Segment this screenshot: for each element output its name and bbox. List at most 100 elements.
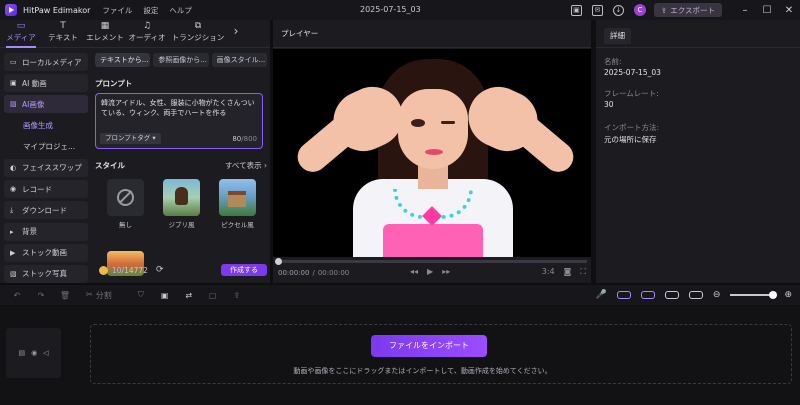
tab-text[interactable]: T テキスト bbox=[42, 21, 84, 47]
shield-icon[interactable]: ⛉ bbox=[134, 290, 148, 300]
scrubber-handle[interactable] bbox=[275, 258, 282, 265]
audio-icon[interactable]: ◁ bbox=[43, 349, 48, 357]
sidebar-item-ai-image[interactable]: ▨ AI画像 bbox=[4, 95, 88, 114]
tab-image-style[interactable]: 画像スタイル... bbox=[211, 53, 268, 67]
menu-file[interactable]: ファイル bbox=[102, 5, 132, 16]
visibility-icon[interactable]: ◉ bbox=[31, 349, 37, 357]
text-icon: T bbox=[60, 21, 66, 31]
style-option-none[interactable]: 無し bbox=[107, 179, 144, 229]
sidebar-item-ai-video[interactable]: ▣ AI 動画 bbox=[4, 74, 88, 93]
text-tool-icon[interactable]: ▣ bbox=[158, 291, 172, 300]
menu-help[interactable]: ヘルプ bbox=[169, 5, 192, 16]
tab-audio[interactable]: ♫ オーディオ bbox=[126, 21, 168, 47]
zoom-slider-handle[interactable] bbox=[769, 291, 778, 299]
tab-text-to-image[interactable]: テキストから... bbox=[95, 53, 151, 67]
sidebar-item-background[interactable]: ▸ 背景 bbox=[4, 222, 88, 241]
style-option-ghibli[interactable]: ジブリ風 bbox=[163, 179, 200, 229]
download-icon[interactable]: ↓ bbox=[612, 4, 624, 16]
no-style-icon bbox=[107, 179, 144, 216]
tab-elements[interactable]: ▦ エレメント bbox=[84, 21, 126, 47]
tab-reference-image[interactable]: 参照画像から... bbox=[153, 53, 209, 67]
import-file-button[interactable]: ファイルをインポート bbox=[371, 335, 487, 357]
prompt-char-count: 80/800 bbox=[232, 135, 257, 143]
ai-image-icon: ▨ bbox=[10, 100, 17, 109]
layout-icon[interactable]: ▣ bbox=[570, 4, 582, 16]
show-all-styles-link[interactable]: すべて表示 › bbox=[225, 160, 267, 171]
snapshot-icon[interactable]: ◙ bbox=[564, 267, 572, 277]
fullscreen-icon[interactable]: ⛶ bbox=[580, 267, 586, 277]
split-button[interactable]: ✂ 分割 bbox=[86, 290, 112, 301]
prompt-tag-dropdown[interactable]: プロンプトタグ ▾ bbox=[100, 133, 161, 144]
sidebar-item-record[interactable]: ◉ レコード bbox=[4, 180, 88, 199]
adjust-icon[interactable]: ⇄ bbox=[182, 291, 196, 300]
framerate-value: 30 bbox=[604, 100, 614, 109]
current-time: 00:00:00 bbox=[278, 269, 310, 277]
menu-settings[interactable]: 設定 bbox=[143, 5, 158, 16]
app-name: HitPaw Edimakor bbox=[23, 5, 91, 15]
credit-bar: 10/14772 ⟳ 作成する bbox=[95, 263, 267, 277]
style-list: 無し ジブリ風 ピクセル風 bbox=[95, 179, 267, 229]
magnet-icon[interactable] bbox=[616, 291, 631, 299]
sidebar-item-face-swap[interactable]: ◐ フェイススワップ bbox=[4, 158, 88, 177]
coin-icon bbox=[99, 265, 108, 275]
folder-icon: ▭ bbox=[16, 21, 26, 31]
minimize-icon[interactable]: – bbox=[734, 5, 756, 16]
sidebar-item-image-generation[interactable]: 画像生成 bbox=[4, 117, 88, 135]
sidebar-item-stock-photo[interactable]: ▧ ストック写真 bbox=[4, 264, 88, 283]
sidebar-item-stock-video[interactable]: ▶ ストック動画 bbox=[4, 243, 88, 262]
ai-video-icon: ▣ bbox=[10, 79, 17, 88]
music-note-icon: ♫ bbox=[142, 21, 152, 31]
play-icon: ▶ bbox=[10, 248, 16, 257]
chevron-right-icon: ▸ bbox=[10, 227, 14, 236]
player-title: プレイヤー bbox=[273, 20, 591, 48]
face-swap-icon: ◐ bbox=[10, 163, 17, 172]
sidebar-item-my-projects[interactable]: マイプロジェ... bbox=[4, 138, 88, 156]
refresh-icon[interactable]: ⟳ bbox=[156, 265, 164, 275]
export-label: エクスポート bbox=[670, 5, 715, 15]
split-track-icon[interactable] bbox=[664, 291, 679, 299]
undo-icon[interactable]: ↶ bbox=[10, 291, 24, 300]
tab-transition[interactable]: ⧉ トランジション bbox=[168, 21, 228, 47]
folder-icon: ▭ bbox=[10, 58, 17, 66]
export-button[interactable]: ⇪ エクスポート bbox=[653, 3, 722, 17]
previous-frame-icon[interactable]: ◂◂ bbox=[410, 267, 418, 276]
media-sidebar: ▭ ローカルメディア ▣ AI 動画 ▨ AI画像 画像生成 マイプロジェ... ◐ フ… bbox=[4, 53, 88, 286]
aspect-ratio[interactable]: 3:4 bbox=[542, 267, 555, 277]
timeline-toolbar: ↶ ↷ 🗑 ✂ 分割 ⛉ ▣ ⇄ ▢ ⇪ 🎤 ⊖ ⊕ bbox=[0, 285, 800, 305]
generate-button[interactable]: 作成する bbox=[221, 264, 267, 276]
play-icon[interactable]: ▶ bbox=[427, 267, 433, 276]
prompt-input[interactable]: 韓流アイドル、女性、服装に小物がたくさんついている、ウィンク、両手でハートを作る… bbox=[95, 93, 263, 149]
zoom-in-icon[interactable]: ⊕ bbox=[784, 290, 792, 300]
style-thumbnail bbox=[219, 179, 256, 216]
export-clip-icon[interactable]: ⇪ bbox=[230, 291, 244, 300]
lock-icon[interactable]: ▤ bbox=[18, 349, 25, 357]
import-method-value: 元の場所に保存 bbox=[604, 135, 657, 144]
image-generation-panel: テキストから... 参照画像から... 画像スタイル... プロンプト 韓流アイ… bbox=[95, 53, 268, 276]
microphone-icon[interactable]: 🎤 bbox=[596, 290, 607, 300]
name-label: 名前: bbox=[604, 57, 622, 66]
close-icon[interactable]: ✕ bbox=[778, 5, 800, 16]
image-icon[interactable]: ▢ bbox=[206, 291, 220, 300]
sidebar-item-download[interactable]: ⤓ ダウンロード bbox=[4, 201, 88, 220]
tab-details[interactable]: 詳細 bbox=[604, 28, 631, 44]
message-icon[interactable]: ✉ bbox=[591, 4, 603, 16]
fit-icon[interactable] bbox=[688, 291, 703, 299]
name-value: 2025-07-15_03 bbox=[604, 68, 661, 77]
transition-icon: ⧉ bbox=[194, 21, 202, 31]
link-icon[interactable] bbox=[640, 291, 655, 299]
tab-media[interactable]: ▭ メディア bbox=[0, 21, 42, 48]
menu-bar: ファイル 設定 ヘルプ bbox=[102, 5, 192, 16]
total-time: 00:00:00 bbox=[317, 269, 350, 277]
maximize-icon[interactable]: ☐ bbox=[756, 5, 778, 16]
chevron-right-icon[interactable]: › bbox=[228, 21, 244, 47]
user-avatar[interactable]: C bbox=[633, 4, 646, 16]
zoom-slider[interactable] bbox=[730, 291, 778, 299]
sidebar-item-local-media[interactable]: ▭ ローカルメディア bbox=[4, 53, 88, 71]
player-panel: プレイヤー 00:00:00 / 00:00:00 ◂◂ ▶ ▸▸ 3:4 ◙ … bbox=[273, 20, 591, 283]
redo-icon[interactable]: ↷ bbox=[34, 291, 48, 300]
delete-icon[interactable]: 🗑 bbox=[58, 291, 72, 300]
playback-scrubber[interactable] bbox=[275, 258, 587, 265]
next-frame-icon[interactable]: ▸▸ bbox=[442, 267, 450, 276]
style-option-pixel[interactable]: ピクセル風 bbox=[219, 179, 256, 229]
zoom-out-icon[interactable]: ⊖ bbox=[713, 290, 721, 300]
